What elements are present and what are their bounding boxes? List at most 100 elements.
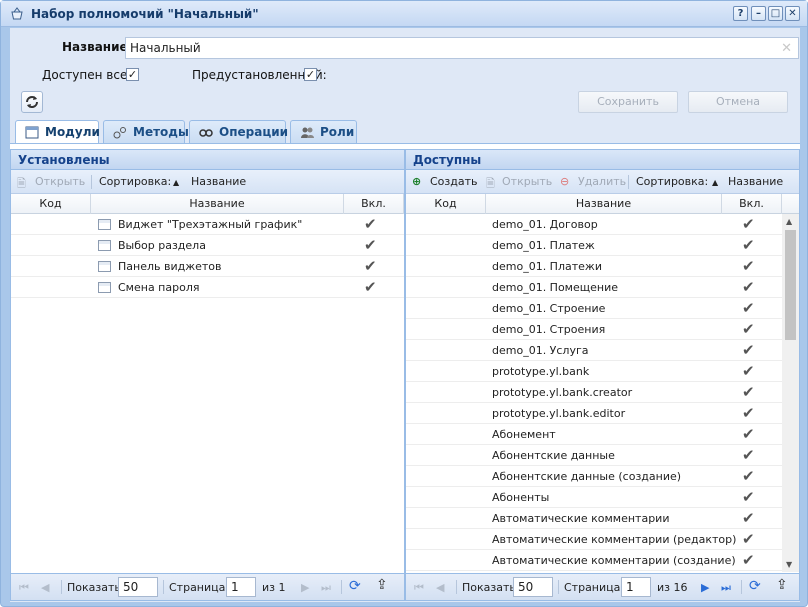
table-row[interactable]: demo_01. Услуга ✔ [406,340,799,361]
table-row[interactable]: Абонентские данные (создание) ✔ [406,466,799,487]
scroll-thumb[interactable] [785,230,796,340]
table-row[interactable]: Автоматические комментарии (редактор) ✔ [406,529,799,550]
table-row[interactable]: prototype.yl.bank ✔ [406,361,799,382]
table-row[interactable]: Автоматические комментарии ✔ [406,508,799,529]
enabled-check-icon[interactable]: ✔ [364,236,377,254]
column-name[interactable]: Название [486,194,722,214]
table-row[interactable]: prototype.yl.bank.creator ✔ [406,382,799,403]
scroll-down-icon[interactable]: ▼ [786,560,792,569]
refresh-button[interactable] [21,91,43,113]
enabled-check-icon[interactable]: ✔ [742,383,755,401]
save-button[interactable]: Сохранить [578,91,678,113]
enabled-check-icon[interactable]: ✔ [742,446,755,464]
column-on[interactable]: Вкл. [722,194,782,214]
row-name: prototype.yl.bank.editor [492,407,626,420]
page-size-input[interactable]: 50 [118,577,158,597]
table-row[interactable]: demo_01. Помещение ✔ [406,277,799,298]
export-icon[interactable]: ⇪ [776,577,788,593]
table-row[interactable]: Виджет "Трехэтажный график" ✔ [11,214,404,235]
page-number-input[interactable]: 1 [621,577,651,597]
title-bar[interactable]: Набор полномочий "Начальный" ? – □ ✕ [1,1,807,27]
column-name[interactable]: Название [91,194,344,214]
enabled-check-icon[interactable]: ✔ [742,509,755,527]
tab-roles[interactable]: Роли [290,120,357,144]
next-page-icon[interactable]: ▶ [301,581,309,594]
table-row[interactable]: Смена пароля ✔ [11,277,404,298]
table-row[interactable]: Абоненты ✔ [406,487,799,508]
row-name: Выбор раздела [118,239,206,252]
installed-toolbar: 🗎 Открыть Сортировка: ▲ Название [11,170,404,194]
enabled-check-icon[interactable]: ✔ [742,320,755,338]
pager-separator [456,580,457,594]
table-row[interactable]: Абонентские данные ✔ [406,445,799,466]
table-row[interactable]: demo_01. Платеж ✔ [406,235,799,256]
table-row[interactable]: prototype.yl.bank.editor ✔ [406,403,799,424]
enabled-check-icon[interactable]: ✔ [742,530,755,548]
enabled-check-icon[interactable]: ✔ [742,362,755,380]
scroll-up-icon[interactable]: ▲ [786,217,792,226]
enabled-check-icon[interactable]: ✔ [742,257,755,275]
preset-checkbox[interactable]: ✓ [304,68,317,81]
clear-icon[interactable]: ✕ [781,41,792,56]
delete-icon: ⊖ [560,175,570,188]
table-row[interactable]: Выбор раздела ✔ [11,235,404,256]
available-open-button[interactable]: Открыть [502,175,552,188]
create-button[interactable]: Создать [430,175,478,188]
close-button[interactable]: ✕ [785,6,800,21]
tab-methods[interactable]: Методы [103,120,189,144]
enabled-check-icon[interactable]: ✔ [742,278,755,296]
module-icon [98,282,111,293]
minimize-button[interactable]: – [751,6,766,21]
help-button[interactable]: ? [733,6,748,21]
first-page-icon[interactable]: ⏮ [19,581,29,595]
table-row[interactable]: demo_01. Платежи ✔ [406,256,799,277]
available-sort-field[interactable]: Название [728,175,783,188]
table-row[interactable]: Панель виджетов ✔ [11,256,404,277]
cancel-button[interactable]: Отмена [688,91,788,113]
row-name: Абонентские данные (создание) [492,470,682,483]
enabled-check-icon[interactable]: ✔ [742,425,755,443]
prev-page-icon[interactable]: ◀ [436,581,444,594]
installed-open-button[interactable]: 🗎 Открыть [17,175,85,194]
first-page-icon[interactable]: ⏮ [414,581,424,595]
enabled-check-icon[interactable]: ✔ [742,488,755,506]
enabled-check-icon[interactable]: ✔ [742,341,755,359]
column-on[interactable]: Вкл. [344,194,404,214]
enabled-check-icon[interactable]: ✔ [742,236,755,254]
table-row[interactable]: demo_01. Строение ✔ [406,298,799,319]
available-pager: ⏮ ◀ Показать 50 Страница 1 из 16 ▶ ⏭ ⟳ ⇪ [406,573,799,600]
table-row[interactable]: Абонемент ✔ [406,424,799,445]
prev-page-icon[interactable]: ◀ [41,581,49,594]
installed-sort-field[interactable]: Название [191,175,246,188]
column-code[interactable]: Код [406,194,486,214]
window-title: Набор полномочий "Начальный" [31,7,259,21]
table-row[interactable]: demo_01. Договор ✔ [406,214,799,235]
column-code[interactable]: Код [11,194,91,214]
export-icon[interactable]: ⇪ [376,577,388,593]
enabled-check-icon[interactable]: ✔ [742,467,755,485]
last-page-icon[interactable]: ⏭ [721,581,731,595]
tab-modules[interactable]: Модули [15,120,100,145]
module-icon [25,126,39,139]
enabled-check-icon[interactable]: ✔ [742,215,755,233]
available-checkbox[interactable]: ✓ [126,68,139,81]
maximize-button[interactable]: □ [768,6,783,21]
enabled-check-icon[interactable]: ✔ [742,404,755,422]
enabled-check-icon[interactable]: ✔ [364,215,377,233]
page-size-input[interactable]: 50 [513,577,553,597]
name-input[interactable]: Начальный ✕ [125,37,799,59]
enabled-check-icon[interactable]: ✔ [364,278,377,296]
enabled-check-icon[interactable]: ✔ [742,551,755,569]
last-page-icon[interactable]: ⏭ [321,581,331,595]
table-row[interactable]: demo_01. Строения ✔ [406,319,799,340]
table-row[interactable]: Автоматические комментарии (создание) ✔ [406,550,799,571]
delete-button[interactable]: Удалить [578,175,626,188]
next-page-icon[interactable]: ▶ [701,581,709,594]
available-scrollbar[interactable]: ▲ ▼ [782,214,799,572]
reload-icon[interactable]: ⟳ [349,578,361,594]
enabled-check-icon[interactable]: ✔ [742,299,755,317]
tab-operations[interactable]: Операции [189,120,288,144]
page-number-input[interactable]: 1 [226,577,256,597]
enabled-check-icon[interactable]: ✔ [364,257,377,275]
reload-icon[interactable]: ⟳ [749,578,761,594]
